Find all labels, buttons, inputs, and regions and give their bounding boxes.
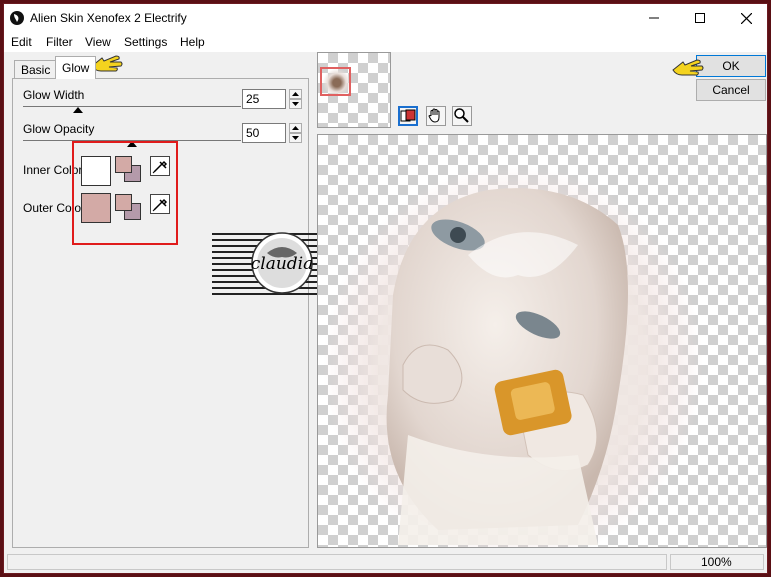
ok-button[interactable]: OK [696,55,766,77]
glow-opacity-label: Glow Opacity [23,122,95,136]
inner-color-swatch[interactable] [81,156,111,186]
preview-image [323,165,703,547]
thumbnail-navigator[interactable] [317,52,391,128]
glow-opacity-input[interactable] [242,123,286,143]
title-bar: Alien Skin Xenofex 2 Electrify [4,4,767,32]
outer-color-swatch[interactable] [81,193,111,223]
eyedropper-icon [152,198,168,212]
hand-tool-button[interactable] [426,106,446,126]
status-bar: 100% [4,551,767,573]
preview-canvas[interactable] [317,134,767,548]
glow-width-slider-track[interactable] [23,106,241,107]
glow-width-input[interactable] [242,89,286,109]
glow-width-label: Glow Width [23,88,85,102]
tab-glow-label: Glow [62,61,90,75]
hand-tool-icon [428,108,440,123]
status-message-cell [7,554,667,570]
glow-width-slider-thumb[interactable] [72,107,83,113]
watermark-text: claudia [251,254,314,274]
menu-view[interactable]: View [85,35,111,49]
glow-opacity-down-button[interactable] [289,133,302,143]
app-icon [10,11,24,25]
minimize-button[interactable] [631,4,677,32]
tab-glow[interactable]: Glow [55,56,97,79]
upper-pupil [450,227,466,243]
glow-width-up-button[interactable] [289,89,302,99]
electrify-dialog-window: Alien Skin Xenofex 2 Electrify Edit Filt… [3,3,768,574]
zoom-tool-button[interactable] [452,106,472,126]
zoom-level: 100% [670,554,764,570]
eyedropper-icon [152,160,168,174]
minimize-icon [649,17,659,19]
thumbnail-viewport-box[interactable] [320,67,351,96]
preview-toggle-button[interactable] [398,106,418,126]
arrow-up-icon [292,92,299,96]
menu-settings[interactable]: Settings [124,35,167,49]
zoom-tool-icon [454,108,469,123]
maximize-button[interactable] [677,4,723,32]
inner-eyedropper-button[interactable] [150,156,170,176]
glow-opacity-spinner[interactable] [289,123,302,143]
tab-basic-label: Basic [21,63,51,77]
cancel-button[interactable]: Cancel [696,79,766,101]
menu-bar: Edit Filter View Settings Help [4,32,767,52]
menu-edit[interactable]: Edit [11,35,32,49]
close-button[interactable] [723,4,767,32]
menu-filter[interactable]: Filter [46,35,73,49]
outer-swap-color-a[interactable] [115,194,132,211]
inner-color-label: Inner Color [23,163,83,177]
arrow-up-icon [292,126,299,130]
maximize-icon [695,13,705,23]
close-icon [740,12,752,24]
glow-width-down-button[interactable] [289,99,302,109]
glow-settings-panel: Glow Width Glow Opacity Inner Color Oute… [12,78,309,548]
window-title: Alien Skin Xenofex 2 Electrify [30,11,187,25]
menu-help[interactable]: Help [180,35,205,49]
pointing-hand-icon [672,59,704,76]
glow-width-spinner[interactable] [289,89,302,109]
tab-basic[interactable]: Basic [14,60,58,78]
glow-opacity-up-button[interactable] [289,123,302,133]
preview-toggle-icon [400,109,416,122]
arrow-down-icon [292,136,299,140]
glow-opacity-slider-thumb[interactable] [127,141,137,147]
arrow-down-icon [292,102,299,106]
inner-swap-color-a[interactable] [115,156,132,173]
outer-eyedropper-button[interactable] [150,194,170,214]
outer-color-label: Outer Color [23,201,86,215]
